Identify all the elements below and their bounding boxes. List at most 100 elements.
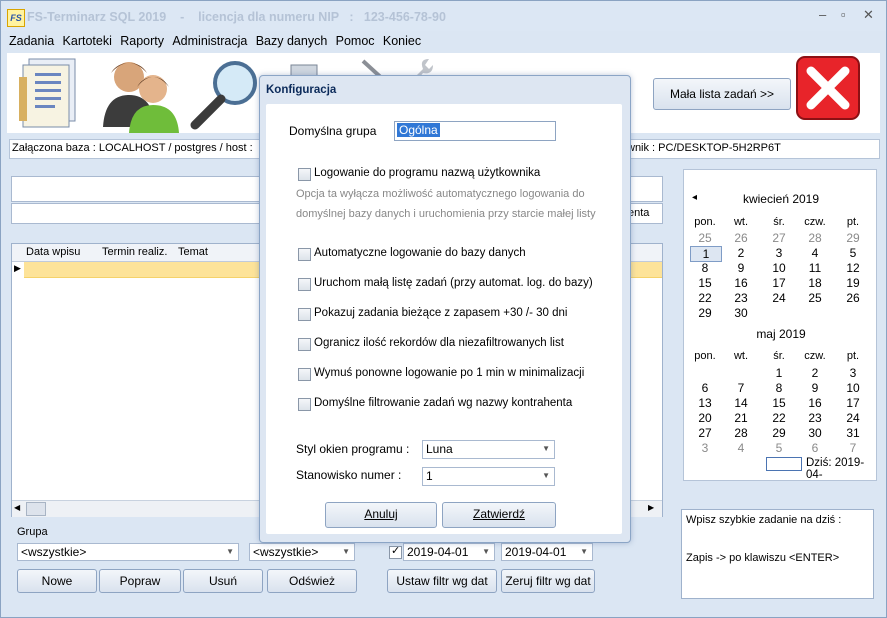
default-group-input[interactable]: Ogólna [394,121,556,141]
calendar-day[interactable]: 19 [838,276,868,290]
calendar-day[interactable]: 1 [764,366,794,380]
maximize-icon[interactable]: ▫ [841,7,846,22]
users-icon[interactable] [101,55,183,133]
station-number-select[interactable]: 1 ▼ [422,467,555,486]
scroll-thumb[interactable] [26,502,46,516]
menu-raporty[interactable]: Raporty [120,34,164,48]
calendar-day[interactable]: 8 [764,381,794,395]
calendar-day[interactable]: 27 [764,231,794,245]
calendar-day[interactable]: 25 [800,291,830,305]
option-relogin-checkbox[interactable] [298,368,311,381]
calendar-day[interactable]: 4 [800,246,830,260]
calendar-day[interactable]: 30 [800,426,830,440]
calendar-day[interactable]: 28 [726,426,756,440]
menu-bazy-danych[interactable]: Bazy danych [256,34,328,48]
calendar-day[interactable]: 22 [690,291,720,305]
calendar-day[interactable]: 3 [764,246,794,260]
option-user-login-checkbox[interactable] [298,168,311,181]
option-current-tasks-checkbox[interactable] [298,308,311,321]
scroll-left-icon[interactable]: ◀ [14,503,20,512]
calendar-day[interactable]: 2 [726,246,756,260]
calendar-day[interactable]: 24 [838,411,868,425]
close-icon[interactable]: ✕ [863,7,874,23]
calendar-day[interactable]: 7 [838,441,868,455]
option-auto-db-login-checkbox[interactable] [298,248,311,261]
exit-icon[interactable] [795,55,861,121]
scroll-right-icon[interactable]: ▶ [648,503,654,512]
calendar-day[interactable]: 16 [726,276,756,290]
calendar-day[interactable]: 21 [726,411,756,425]
calendar-day[interactable]: 17 [838,396,868,410]
calendar-day[interactable]: 20 [690,411,720,425]
small-task-list-button[interactable]: Mała lista zadań >> [653,78,791,110]
calendar-day[interactable]: 30 [726,306,756,320]
new-button[interactable]: Nowe [17,569,97,593]
calendar-day[interactable]: 8 [690,261,720,275]
documents-icon[interactable] [19,57,89,131]
calendar-day[interactable]: 3 [690,441,720,455]
calendar-prev-icon[interactable]: ◂ [692,192,697,203]
menu-koniec[interactable]: Koniec [383,34,421,48]
option-contractor-filter-checkbox[interactable] [298,398,311,411]
date-to-picker[interactable]: 2019-04-01 ▼ [501,543,593,561]
calendar-day[interactable]: 10 [764,261,794,275]
calendar-day[interactable]: 17 [764,276,794,290]
calendar-day[interactable]: 22 [764,411,794,425]
calendar-day[interactable]: 31 [838,426,868,440]
menu-administracja[interactable]: Administracja [172,34,247,48]
calendar-day[interactable]: 15 [690,276,720,290]
calendar-day[interactable]: 16 [800,396,830,410]
window-style-select[interactable]: Luna ▼ [422,440,555,459]
cancel-button[interactable]: Anuluj [325,502,437,528]
confirm-button[interactable]: Zatwierdź [442,502,556,528]
quick-task-box[interactable]: Wpisz szybkie zadanie na dziś : Zapis ->… [681,509,874,599]
calendar-day[interactable]: 12 [838,261,868,275]
calendar-day[interactable]: 15 [764,396,794,410]
calendar-day[interactable]: 9 [800,381,830,395]
option-small-list-checkbox[interactable] [298,278,311,291]
minimize-icon[interactable]: – [819,7,826,22]
calendar-day[interactable]: 29 [764,426,794,440]
calendar-day[interactable]: 5 [764,441,794,455]
date-filter-checkbox[interactable]: ✓ [389,545,402,559]
calendar-day[interactable]: 23 [800,411,830,425]
refresh-button[interactable]: Odśwież [267,569,357,593]
menu-kartoteki[interactable]: Kartoteki [63,34,112,48]
option-limit-records-checkbox[interactable] [298,338,311,351]
calendar-day[interactable]: 13 [690,396,720,410]
calendar-day[interactable]: 4 [726,441,756,455]
calendar-day[interactable]: 29 [690,306,720,320]
calendar-day[interactable]: 24 [764,291,794,305]
calendar-day[interactable]: 18 [800,276,830,290]
column-data-wpisu[interactable]: Data wpisu [26,246,80,258]
calendar-day[interactable]: 26 [838,291,868,305]
calendar-day[interactable]: 26 [726,231,756,245]
calendar-day[interactable]: 6 [690,381,720,395]
calendar-day[interactable]: 1 [690,246,722,262]
column-termin-realiz[interactable]: Termin realiz. [102,246,167,258]
calendar-day[interactable]: 14 [726,396,756,410]
calendar-day[interactable]: 28 [800,231,830,245]
calendar-day[interactable]: 9 [726,261,756,275]
calendar-day[interactable]: 27 [690,426,720,440]
set-date-filter-button[interactable]: Ustaw filtr wg dat [387,569,497,593]
reset-date-filter-button[interactable]: Zeruj filtr wg dat [501,569,595,593]
delete-button[interactable]: Usuń [183,569,263,593]
calendar-day[interactable]: 23 [726,291,756,305]
second-filter-select[interactable]: <wszystkie> ▼ [249,543,355,561]
menu-zadania[interactable]: Zadania [9,34,54,48]
calendar-day[interactable]: 5 [838,246,868,260]
edit-button[interactable]: Popraw [99,569,181,593]
menu-pomoc[interactable]: Pomoc [336,34,375,48]
date-from-picker[interactable]: 2019-04-01 ▼ [403,543,495,561]
calendar-day[interactable]: 7 [726,381,756,395]
calendar-day[interactable]: 10 [838,381,868,395]
magnifier-icon[interactable] [187,57,267,131]
calendar-day[interactable]: 6 [800,441,830,455]
calendar-day[interactable]: 2 [800,366,830,380]
calendar-day[interactable]: 25 [690,231,720,245]
calendar-day[interactable]: 29 [838,231,868,245]
calendar-day[interactable]: 11 [800,261,830,275]
group-select[interactable]: <wszystkie> ▼ [17,543,239,561]
calendar-day[interactable]: 3 [838,366,868,380]
